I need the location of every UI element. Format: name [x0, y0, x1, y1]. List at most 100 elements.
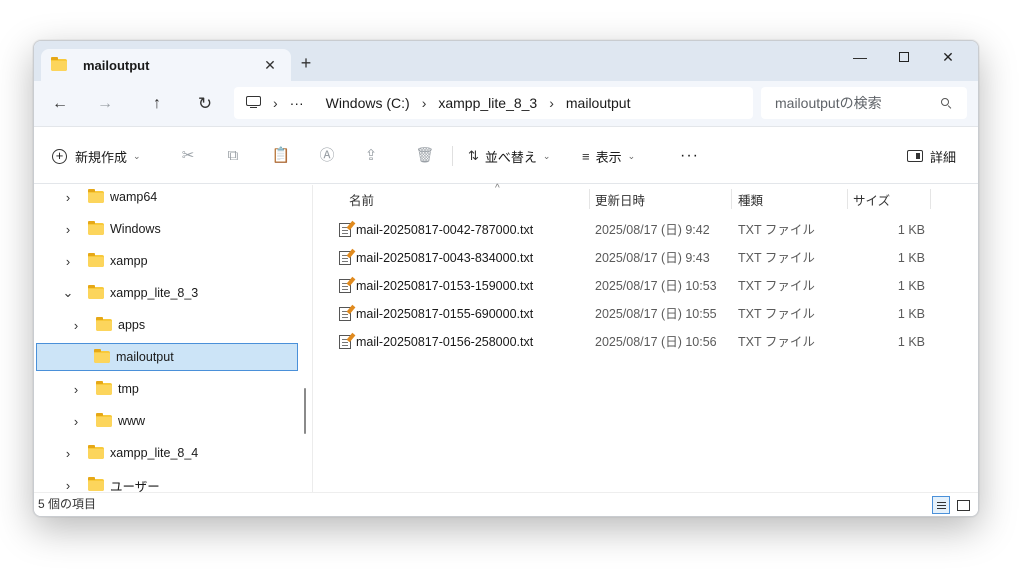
- breadcrumb-xampp-lite-8-3[interactable]: xampp_lite_8_3: [438, 95, 537, 111]
- file-row[interactable]: mail-20250817-0155-690000.txt 2025/08/17…: [313, 300, 978, 328]
- sidebar-item-www[interactable]: › www: [36, 407, 298, 435]
- sidebar-item-label: www: [118, 414, 146, 428]
- column-header-label: 更新日時: [595, 193, 646, 208]
- navigation-pane-scrollbar[interactable]: [304, 388, 306, 434]
- refresh-icon[interactable]: ↻: [190, 89, 220, 119]
- file-name-cell: mail-20250817-0156-258000.txt: [339, 328, 533, 356]
- minimize-button[interactable]: —: [838, 45, 882, 69]
- chevron-down-icon: ⌄: [627, 150, 636, 161]
- file-size: 1 KB: [897, 279, 925, 293]
- tab-close-icon[interactable]: ✕: [261, 56, 279, 74]
- sidebar-item-label: tmp: [118, 382, 139, 396]
- column-header-label: 種類: [738, 193, 764, 208]
- file-type: TXT ファイル: [738, 251, 815, 265]
- sort-ascending-icon: ^: [495, 183, 500, 194]
- column-divider[interactable]: [930, 189, 931, 209]
- chevron-right-icon[interactable]: ›: [68, 382, 84, 397]
- column-header-size[interactable]: サイズ: [853, 185, 923, 213]
- text-file-icon: [339, 335, 351, 349]
- back-arrow-icon[interactable]: ←: [45, 89, 75, 119]
- column-divider[interactable]: [589, 189, 590, 209]
- view-button[interactable]: ≡ 表示 ⌄: [582, 143, 635, 169]
- file-row[interactable]: mail-20250817-0153-159000.txt 2025/08/17…: [313, 272, 978, 300]
- column-header-name[interactable]: 名前 ^: [349, 183, 589, 213]
- sidebar-item-label: wamp64: [110, 190, 158, 204]
- view-icon: ≡: [582, 148, 590, 164]
- chevron-right-icon[interactable]: ›: [60, 478, 76, 493]
- title-bar: mailoutput ✕ + — ✕: [34, 41, 978, 81]
- share-icon[interactable]: ⇪: [358, 143, 384, 169]
- search-placeholder: mailoutputの検索: [775, 95, 882, 111]
- sidebar-item-mailoutput[interactable]: mailoutput: [36, 343, 298, 371]
- sidebar-item-label: mailoutput: [116, 350, 174, 364]
- sidebar-item-apps[interactable]: › apps: [36, 311, 298, 339]
- sidebar-item-label: xampp: [110, 254, 148, 268]
- chevron-right-icon[interactable]: ›: [60, 190, 76, 205]
- chevron-down-icon[interactable]: ⌄: [60, 285, 76, 301]
- sidebar-item-xampp-lite-8-3[interactable]: ⌄ xampp_lite_8_3: [36, 279, 298, 307]
- new-label: 新規作成: [75, 149, 128, 165]
- monitor-icon[interactable]: [246, 96, 261, 110]
- new-button[interactable]: + 新規作成 ⌄: [52, 143, 141, 169]
- breadcrumb-overflow[interactable]: ···: [290, 95, 304, 111]
- paste-icon[interactable]: 📋: [268, 143, 294, 169]
- chevron-right-icon[interactable]: ›: [60, 222, 76, 237]
- breadcrumb-separator[interactable]: ›: [273, 95, 278, 111]
- file-row[interactable]: mail-20250817-0156-258000.txt 2025/08/17…: [313, 328, 978, 356]
- address-bar[interactable]: › ··· Windows (C:) › xampp_lite_8_3 › ma…: [234, 87, 753, 119]
- command-bar: + 新規作成 ⌄ ✂ ⧉ 📋 Ⓐ ⇪ 🗑 ⇅ 並べ替え ⌄ ≡ 表示 ⌄ ···…: [34, 128, 978, 184]
- view-label: 表示: [595, 149, 622, 165]
- cut-icon[interactable]: ✂: [175, 143, 201, 169]
- maximize-button[interactable]: [882, 45, 926, 69]
- details-view-icon[interactable]: [932, 496, 950, 514]
- column-header-type[interactable]: 種類: [738, 185, 838, 213]
- file-row[interactable]: mail-20250817-0042-787000.txt 2025/08/17…: [313, 216, 978, 244]
- folder-icon: [88, 221, 104, 235]
- text-file-icon: [339, 251, 351, 265]
- details-pane-button[interactable]: 詳細: [906, 143, 956, 169]
- new-tab-button[interactable]: +: [296, 53, 316, 73]
- delete-icon[interactable]: 🗑: [412, 143, 438, 169]
- sidebar-item-xampp-lite-8-4[interactable]: › xampp_lite_8_4: [36, 439, 298, 467]
- chevron-right-icon[interactable]: ›: [60, 254, 76, 269]
- sidebar-item-tmp[interactable]: › tmp: [36, 375, 298, 403]
- column-header-date[interactable]: 更新日時: [595, 185, 725, 213]
- breadcrumb-separator[interactable]: ›: [549, 95, 554, 111]
- more-options-button[interactable]: ···: [680, 143, 699, 169]
- chevron-right-icon[interactable]: ›: [68, 414, 84, 429]
- tab-mailoutput[interactable]: mailoutput ✕: [41, 49, 291, 81]
- search-icon[interactable]: [941, 98, 952, 109]
- tiles-view-icon[interactable]: [954, 496, 972, 514]
- file-row[interactable]: mail-20250817-0043-834000.txt 2025/08/17…: [313, 244, 978, 272]
- sidebar-item-wamp64[interactable]: › wamp64: [36, 185, 298, 211]
- file-name: mail-20250817-0156-258000.txt: [356, 335, 534, 349]
- folder-icon: [88, 477, 104, 491]
- navigation-pane: › wamp64 › Windows › xampp ⌄ xampp_lite_…: [34, 185, 312, 494]
- folder-icon: [88, 253, 104, 267]
- close-window-button[interactable]: ✕: [926, 45, 970, 69]
- chevron-right-icon[interactable]: ›: [68, 318, 84, 333]
- folder-icon: [96, 381, 112, 395]
- chevron-right-icon[interactable]: ›: [60, 446, 76, 461]
- file-name-cell: mail-20250817-0043-834000.txt: [339, 244, 533, 272]
- breadcrumb-mailoutput[interactable]: mailoutput: [566, 95, 631, 111]
- search-input[interactable]: mailoutputの検索: [761, 87, 967, 119]
- sidebar-item-windows[interactable]: › Windows: [36, 215, 298, 243]
- breadcrumb-drive[interactable]: Windows (C:): [326, 95, 410, 111]
- folder-icon: [94, 349, 110, 363]
- sort-button[interactable]: ⇅ 並べ替え ⌄: [468, 143, 550, 169]
- copy-icon[interactable]: ⧉: [220, 143, 246, 169]
- sidebar-item-users[interactable]: › ユーザー: [36, 471, 298, 494]
- column-divider[interactable]: [847, 189, 848, 209]
- sidebar-item-xampp[interactable]: › xampp: [36, 247, 298, 275]
- up-arrow-icon[interactable]: ↑: [142, 89, 172, 119]
- item-count: 5 個の項目: [38, 497, 97, 511]
- column-header-label: サイズ: [853, 193, 891, 208]
- forward-arrow-icon[interactable]: →: [90, 89, 120, 119]
- folder-icon: [88, 285, 104, 299]
- rename-icon[interactable]: Ⓐ: [314, 143, 340, 169]
- column-divider[interactable]: [731, 189, 732, 209]
- file-size: 1 KB: [897, 251, 925, 265]
- breadcrumb-separator[interactable]: ›: [422, 95, 427, 111]
- maximize-icon: [899, 51, 909, 62]
